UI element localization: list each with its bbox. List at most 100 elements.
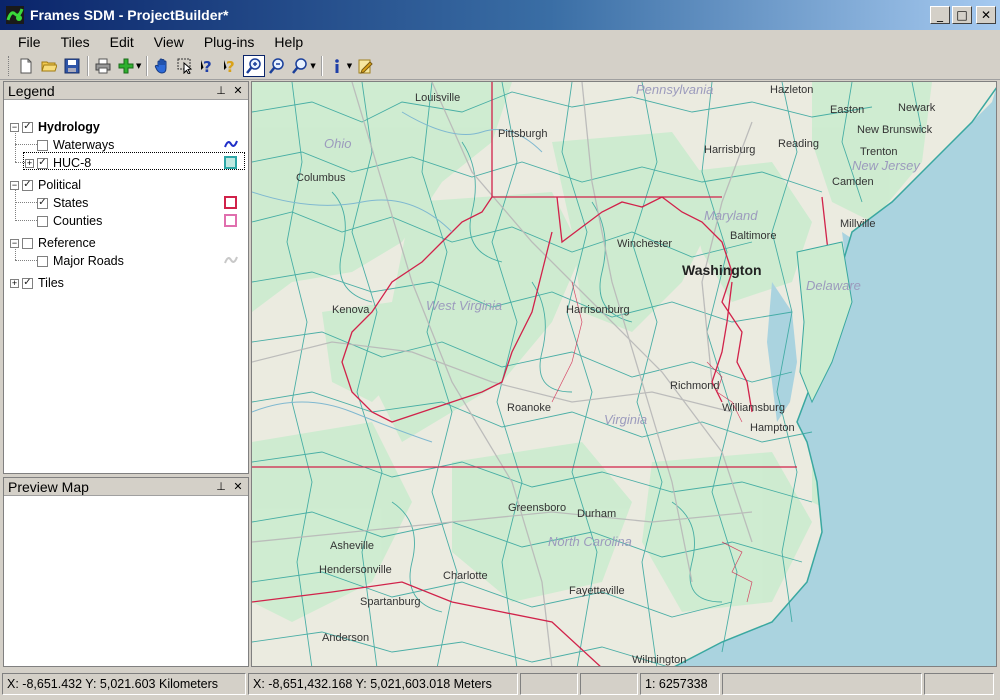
pin-icon[interactable]: ⊥: [214, 480, 228, 494]
expand-icon[interactable]: +: [25, 158, 34, 168]
map-label: Hazleton: [770, 84, 814, 96]
state-label: North Carolina: [548, 534, 632, 549]
info-icon[interactable]: [326, 55, 348, 77]
pan-hand-icon[interactable]: [151, 55, 173, 77]
map-label: Spartanburg: [360, 596, 421, 608]
tiles-label: Tiles: [38, 276, 64, 290]
map-label: New Brunswick: [857, 124, 933, 136]
major-roads-checkbox[interactable]: [37, 255, 48, 267]
state-label: Ohio: [324, 136, 352, 151]
legend-close-icon[interactable]: ✕: [231, 84, 245, 98]
legend-item-states[interactable]: ✓ States: [37, 194, 88, 212]
counties-label: Counties: [53, 214, 103, 228]
add-layer-icon[interactable]: [115, 55, 137, 77]
menu-file[interactable]: File: [8, 32, 51, 52]
political-checkbox[interactable]: ✓: [22, 179, 33, 191]
legend-item-waterways[interactable]: Waterways: [37, 136, 114, 154]
major-roads-label: Major Roads: [53, 254, 124, 268]
legend-group-hydrology[interactable]: − ✓ Hydrology: [10, 118, 100, 136]
tiles-checkbox[interactable]: ✓: [22, 277, 33, 289]
open-folder-icon[interactable]: [38, 55, 60, 77]
zoom-dropdown-icon[interactable]: [289, 55, 311, 77]
query-help-icon[interactable]: ?: [197, 55, 219, 77]
map-label: Anderson: [322, 632, 370, 644]
menu-help[interactable]: Help: [264, 32, 313, 52]
select-icon[interactable]: [174, 55, 196, 77]
hydrology-checkbox[interactable]: ✓: [22, 121, 33, 133]
huc8-label: HUC-8: [53, 156, 92, 170]
preview-map-canvas[interactable]: [4, 496, 248, 666]
state-label: Pennsylvania: [636, 82, 714, 97]
menu-view[interactable]: View: [144, 32, 194, 52]
legend-item-counties[interactable]: Counties: [37, 212, 102, 230]
window-title: Frames SDM - ProjectBuilder*: [30, 7, 229, 23]
legend-item-huc8[interactable]: + ✓ HUC-8: [25, 154, 91, 172]
status-bar: X: -8,651.432 Y: 5,021.603 Kilometers X:…: [0, 670, 1000, 698]
status-kilometers: X: -8,651.432 Y: 5,021.603 Kilometers: [2, 673, 246, 695]
minimize-icon: _: [937, 8, 943, 22]
pin-icon[interactable]: ⊥: [214, 84, 228, 98]
status-meters: X: -8,651,432.168 Y: 5,021,603.018 Meter…: [248, 673, 518, 695]
collapse-icon[interactable]: −: [10, 180, 19, 190]
map-label: Millville: [840, 218, 876, 230]
svg-text:?: ?: [226, 58, 235, 74]
reference-checkbox[interactable]: [22, 237, 33, 249]
legend-group-political[interactable]: − ✓ Political: [10, 176, 81, 194]
map-label: Columbus: [296, 172, 346, 184]
status-empty-1: [520, 673, 578, 695]
collapse-icon[interactable]: −: [10, 238, 19, 248]
menu-edit[interactable]: Edit: [100, 32, 144, 52]
status-empty-4: [924, 673, 994, 695]
map-label: Harrisburg: [704, 144, 756, 156]
zoom-out-icon[interactable]: [266, 55, 288, 77]
map-label: Fayetteville: [569, 585, 625, 597]
title-bar: Frames SDM - ProjectBuilder* _ □ ✕: [0, 0, 1000, 30]
counties-checkbox[interactable]: [37, 215, 48, 227]
map-label: Harrisonburg: [566, 304, 630, 316]
minimize-button[interactable]: _: [930, 6, 950, 24]
zoom-in-icon[interactable]: [243, 55, 266, 77]
menu-tiles[interactable]: Tiles: [51, 32, 100, 52]
legend-group-reference[interactable]: − Reference: [10, 234, 96, 252]
legend-item-major-roads[interactable]: Major Roads: [37, 252, 124, 270]
states-swatch-icon: [224, 196, 237, 209]
political-label: Political: [38, 178, 82, 192]
map-view[interactable]: Louisville Pittsburgh Harrisburg Reading…: [251, 81, 997, 667]
map-label: Durham: [577, 508, 617, 520]
expand-icon[interactable]: +: [10, 278, 19, 288]
save-icon[interactable]: [61, 55, 83, 77]
print-icon[interactable]: [92, 55, 114, 77]
maximize-icon: □: [956, 8, 968, 22]
toolbar-separator: [87, 56, 89, 76]
map-label: Camden: [832, 176, 874, 188]
collapse-icon[interactable]: −: [10, 122, 19, 132]
status-empty-2: [580, 673, 638, 695]
map-label: Roanoke: [507, 402, 552, 414]
map-label: Kenova: [332, 304, 370, 316]
status-empty-3: [722, 673, 922, 695]
map-label: Hendersonville: [319, 564, 392, 576]
identify-help-icon[interactable]: ?: [220, 55, 242, 77]
state-label: Maryland: [704, 208, 758, 223]
legend-group-tiles[interactable]: + ✓ Tiles: [10, 274, 64, 292]
map-label: Charlotte: [443, 570, 488, 582]
map-label: Louisville: [415, 92, 461, 104]
huc8-swatch-icon: [224, 156, 237, 169]
menu-plugins[interactable]: Plug-ins: [194, 32, 265, 52]
new-document-icon[interactable]: [15, 55, 37, 77]
states-checkbox[interactable]: ✓: [37, 197, 48, 209]
close-button[interactable]: ✕: [976, 6, 996, 24]
toolbar-grip[interactable]: [8, 56, 11, 76]
map-label: Hampton: [750, 422, 795, 434]
svg-text:?: ?: [203, 58, 212, 74]
preview-close-icon[interactable]: ✕: [231, 480, 245, 494]
huc8-checkbox[interactable]: ✓: [37, 157, 48, 169]
waterways-swatch-icon: [224, 138, 238, 151]
major-roads-swatch-icon: [224, 254, 238, 267]
state-label: Virginia: [604, 412, 648, 427]
edit-note-icon[interactable]: [354, 55, 376, 77]
maximize-button[interactable]: □: [952, 6, 972, 24]
state-label: Delaware: [806, 278, 861, 293]
waterways-checkbox[interactable]: [37, 139, 48, 151]
map-label: Reading: [778, 138, 819, 150]
